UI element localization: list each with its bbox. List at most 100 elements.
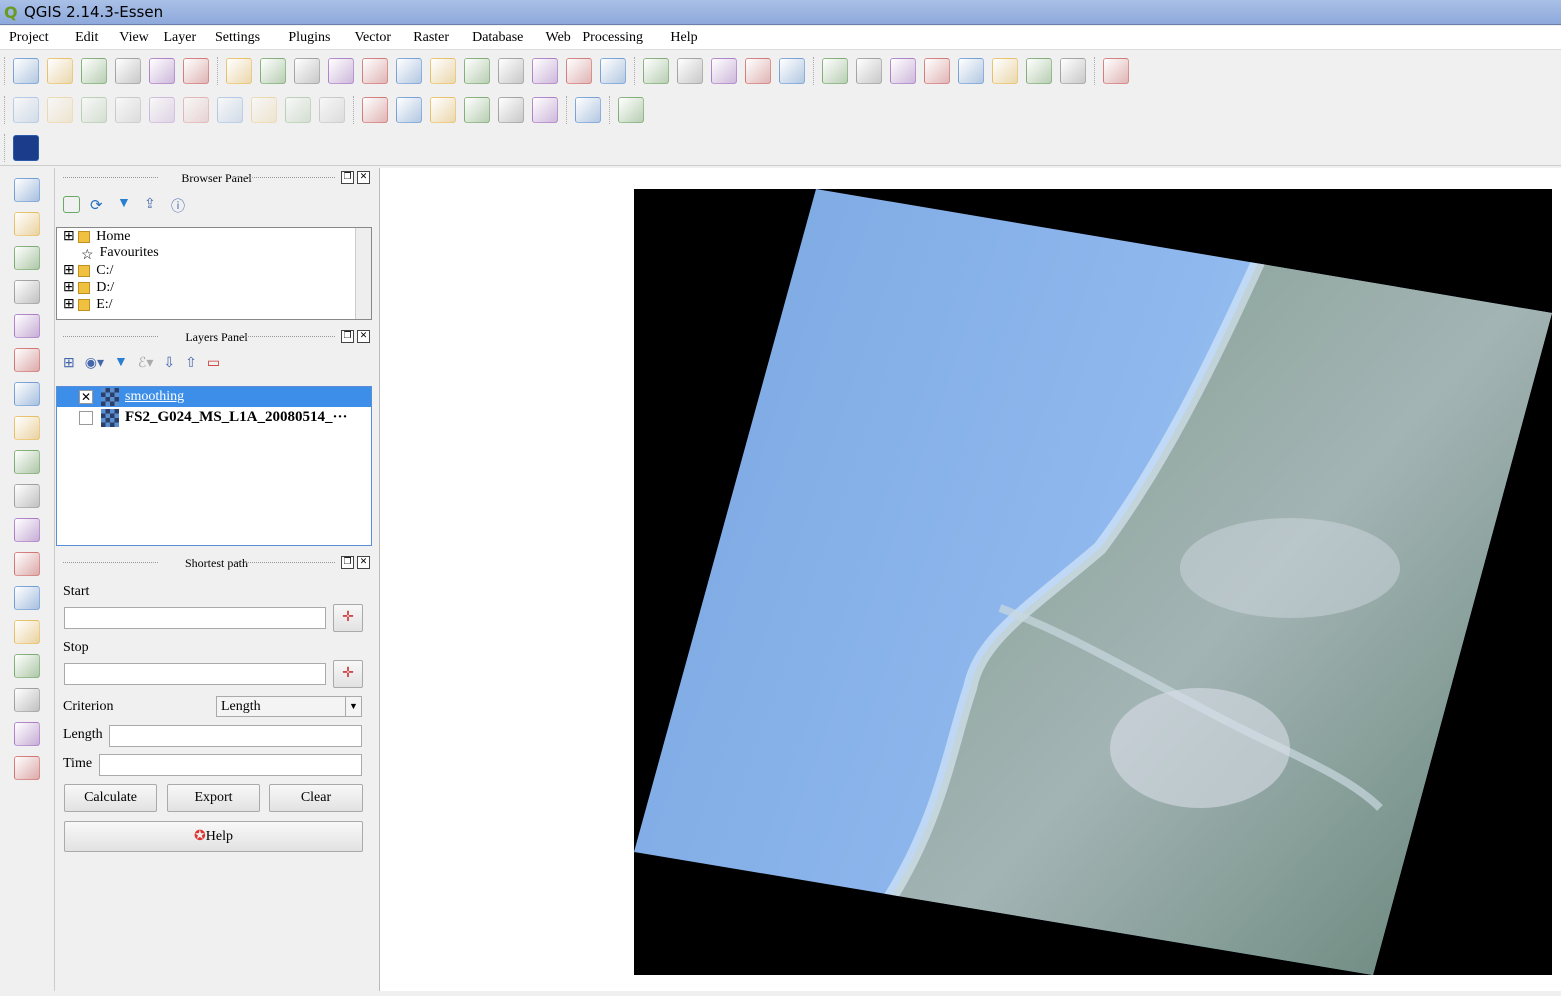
collapse-all-icon[interactable]: ⇧	[185, 355, 197, 372]
menu-settings[interactable]: Settings	[215, 30, 260, 46]
rotate-label-icon[interactable]	[498, 97, 524, 123]
zoom-full-icon[interactable]	[430, 58, 456, 84]
save-as-icon[interactable]	[115, 58, 141, 84]
save-edits-icon[interactable]	[81, 97, 107, 123]
gps-icon[interactable]	[14, 722, 40, 746]
zoom-native-icon[interactable]	[396, 58, 422, 84]
time-output[interactable]	[99, 754, 362, 776]
browser-item[interactable]: ☆ Favourites	[57, 245, 371, 263]
select-dropdown-icon[interactable]	[711, 58, 737, 84]
menu-layer[interactable]: Layer	[164, 30, 197, 46]
add-raster-layer-icon[interactable]	[14, 212, 40, 236]
capture-stop-point-button[interactable]: ✛	[333, 660, 363, 688]
layer-visibility-checkbox[interactable]: ✕	[79, 389, 93, 404]
delete-selected-icon[interactable]	[217, 97, 243, 123]
menu-web[interactable]: Web	[546, 30, 571, 46]
layer-item[interactable]: FS2_G024_MS_L1A_20080514_···	[57, 407, 371, 427]
expand-all-icon[interactable]: ⇩	[163, 355, 175, 372]
expand-icon[interactable]: ⊞	[63, 297, 78, 312]
close-panel-button[interactable]: ✕	[357, 556, 370, 569]
cut-features-icon[interactable]	[251, 97, 277, 123]
attribute-table-icon[interactable]	[822, 58, 848, 84]
browser-item[interactable]: ⊞ C:/	[57, 262, 371, 279]
move-label-icon[interactable]	[464, 97, 490, 123]
float-panel-button[interactable]: ❐	[341, 330, 354, 343]
filter-legend-icon[interactable]: ▼	[114, 355, 128, 372]
map-tips-icon[interactable]	[958, 58, 984, 84]
refresh-icon[interactable]: ⟳	[90, 196, 107, 214]
help-button[interactable]: ✪Help	[64, 821, 363, 852]
layer-visibility-checkbox[interactable]	[79, 410, 93, 425]
expand-icon[interactable]: ⊞	[63, 229, 78, 244]
chevron-down-icon[interactable]: ▼	[345, 697, 361, 716]
zoom-out-icon[interactable]	[362, 58, 388, 84]
refresh-icon[interactable]	[600, 58, 626, 84]
add-delimited-text-icon[interactable]	[14, 484, 40, 508]
current-edits-icon[interactable]	[13, 97, 39, 123]
toolbar-handle[interactable]	[4, 96, 5, 124]
menu-processing[interactable]: Processing	[582, 30, 643, 46]
add-feature-icon[interactable]	[115, 97, 141, 123]
capture-start-point-button[interactable]: ✛	[333, 604, 363, 632]
start-input[interactable]	[64, 607, 326, 629]
layer-item[interactable]: ✕ smoothing	[57, 387, 371, 407]
zoom-to-selection-icon[interactable]	[464, 58, 490, 84]
new-print-composer-icon[interactable]	[149, 58, 175, 84]
deselect-icon[interactable]	[779, 58, 805, 84]
identify-icon[interactable]	[643, 58, 669, 84]
new-shapefile-icon[interactable]	[14, 518, 40, 542]
node-tool-icon[interactable]	[149, 97, 175, 123]
save-project-icon[interactable]	[81, 58, 107, 84]
menu-raster[interactable]: Raster	[413, 30, 449, 46]
menu-project[interactable]: Project	[9, 30, 49, 46]
calculate-button[interactable]: Calculate	[64, 784, 157, 812]
menu-help[interactable]: Help	[670, 30, 697, 46]
touch-zoom-icon[interactable]	[226, 58, 252, 84]
add-oracle-layer-icon[interactable]	[14, 348, 40, 372]
toggle-editing-icon[interactable]	[47, 97, 73, 123]
browser-item[interactable]: ⊞ D:/	[57, 279, 371, 296]
measure-line-icon[interactable]	[924, 58, 950, 84]
show-hide-labels-icon[interactable]	[430, 97, 456, 123]
length-output[interactable]	[109, 725, 362, 747]
map-canvas[interactable]	[379, 168, 1561, 991]
browser-scrollbar[interactable]	[355, 228, 371, 319]
zoom-to-layer-icon[interactable]	[498, 58, 524, 84]
composer-manager-icon[interactable]	[183, 58, 209, 84]
add-spatialite-layer-icon[interactable]	[14, 280, 40, 304]
paste-features-icon[interactable]	[319, 97, 345, 123]
measure-dropdown-icon[interactable]	[677, 58, 703, 84]
zoom-in-icon[interactable]	[328, 58, 354, 84]
georeferencer-icon[interactable]	[14, 620, 40, 644]
csw-icon[interactable]	[575, 97, 601, 123]
snapping-icon[interactable]	[14, 688, 40, 712]
add-selected-icon[interactable]	[63, 196, 80, 213]
expression-select-icon[interactable]	[745, 58, 771, 84]
python-console-icon[interactable]	[618, 97, 644, 123]
remove-layer-icon[interactable]: ▭	[207, 355, 220, 372]
expand-icon[interactable]: ⊞	[63, 280, 78, 295]
add-wfs-layer-icon[interactable]	[14, 450, 40, 474]
digitize-icon[interactable]	[14, 654, 40, 678]
text-annotation-icon[interactable]	[1060, 58, 1086, 84]
add-virtual-layer-icon[interactable]	[14, 586, 40, 610]
stop-input[interactable]	[64, 663, 326, 685]
menu-edit[interactable]: Edit	[75, 30, 98, 46]
pin-labels-icon[interactable]	[396, 97, 422, 123]
criterion-select[interactable]: Length ▼	[216, 696, 362, 717]
move-feature-icon[interactable]	[183, 97, 209, 123]
topology-icon[interactable]	[14, 756, 40, 780]
add-wcs-layer-icon[interactable]	[14, 416, 40, 440]
expand-icon[interactable]: ⊞	[63, 263, 78, 278]
close-panel-button[interactable]: ✕	[357, 330, 370, 343]
clear-button[interactable]: Clear	[269, 784, 363, 812]
statistics-icon[interactable]	[890, 58, 916, 84]
browser-item[interactable]: ⊞ E:/	[57, 296, 371, 313]
help-icon[interactable]	[1103, 58, 1129, 84]
field-calculator-icon[interactable]	[856, 58, 882, 84]
add-wms-layer-icon[interactable]	[14, 382, 40, 406]
add-postgis-layer-icon[interactable]	[14, 246, 40, 270]
pan-to-selection-icon[interactable]	[294, 58, 320, 84]
raster-map[interactable]	[380, 168, 1561, 991]
info-icon[interactable]: ⓘ	[171, 196, 188, 215]
